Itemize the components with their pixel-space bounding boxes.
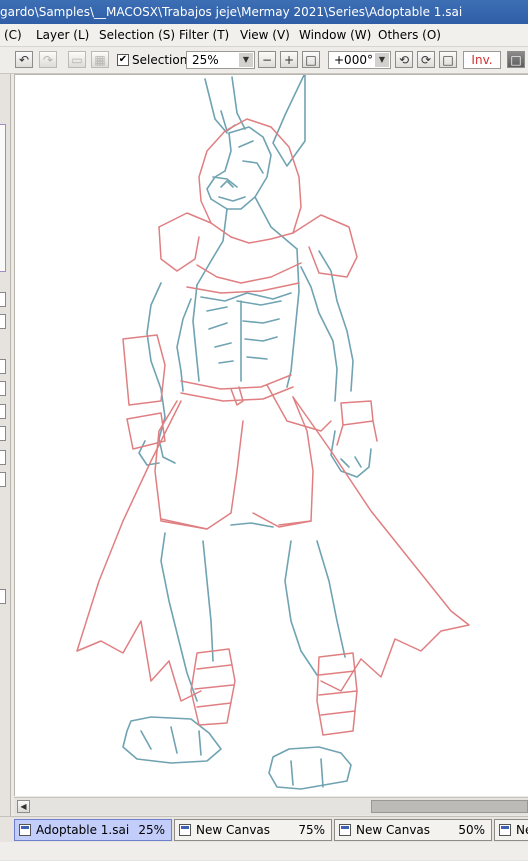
panel-button[interactable] bbox=[0, 450, 6, 465]
rotation-select[interactable]: +000° ▼ bbox=[328, 51, 391, 69]
menu-selection[interactable]: Selection (S) bbox=[99, 24, 175, 46]
document-tab-new-canvas-3[interactable]: Ne bbox=[494, 819, 528, 841]
document-tab-zoom: 25% bbox=[138, 823, 165, 837]
menu-bar: (C) Layer (L) Selection (S) Filter (T) V… bbox=[0, 24, 528, 47]
zoom-value: 25% bbox=[192, 53, 219, 67]
document-tab-adoptable[interactable]: Adoptable 1.sai 25% bbox=[14, 819, 172, 841]
flip-view-icon[interactable]: □ bbox=[507, 51, 525, 68]
scroll-left-icon[interactable]: ◀ bbox=[17, 800, 30, 813]
document-tab-new-canvas-1[interactable]: New Canvas 75% bbox=[174, 819, 332, 841]
document-tab-name: Ne bbox=[516, 823, 528, 837]
document-icon bbox=[179, 824, 191, 836]
toolbar: ↶ ↷ ▭ ▦ ✔ Selection 25% ▼ − + □ +000° ▼ … bbox=[0, 47, 528, 74]
invert-button[interactable]: Inv. bbox=[463, 51, 501, 69]
window-title-bar: gardo\Samples\__MACOSX\Trabajos jeje\Mer… bbox=[0, 0, 528, 24]
panel-button[interactable] bbox=[0, 314, 6, 329]
selection-checkbox[interactable]: ✔ bbox=[117, 54, 129, 66]
rotation-reset-icon[interactable]: □ bbox=[439, 51, 457, 68]
sketch-artwork bbox=[76, 75, 470, 790]
panel-handle[interactable] bbox=[0, 124, 6, 272]
document-tab-name: New Canvas bbox=[356, 823, 431, 837]
panel-button[interactable] bbox=[0, 381, 6, 396]
document-icon bbox=[499, 824, 511, 836]
document-tab-new-canvas-2[interactable]: New Canvas 50% bbox=[334, 819, 492, 841]
rotate-right-icon[interactable]: ⟳ bbox=[417, 51, 435, 68]
document-tab-zoom: 75% bbox=[298, 823, 325, 837]
chevron-down-icon: ▼ bbox=[239, 53, 253, 67]
redo-icon[interactable]: ↷ bbox=[39, 51, 57, 68]
panel-button[interactable] bbox=[0, 472, 6, 487]
document-icon bbox=[339, 824, 351, 836]
status-strip bbox=[0, 842, 528, 860]
rotate-left-icon[interactable]: ⟲ bbox=[395, 51, 413, 68]
plus-icon[interactable]: + bbox=[280, 51, 298, 68]
menu-filter[interactable]: Filter (T) bbox=[179, 24, 229, 46]
menu-layer[interactable]: Layer (L) bbox=[36, 24, 89, 46]
document-icon bbox=[19, 824, 31, 836]
panel-button[interactable] bbox=[0, 426, 6, 441]
panel-button[interactable] bbox=[0, 404, 6, 419]
zoom-reset-icon[interactable]: □ bbox=[302, 51, 320, 68]
document-tab-name: New Canvas bbox=[196, 823, 271, 837]
menu-canvas[interactable]: (C) bbox=[4, 24, 22, 46]
document-tab-zoom: 50% bbox=[458, 823, 485, 837]
selection-label: Selection bbox=[132, 53, 188, 67]
document-tab-name: Adoptable 1.sai bbox=[36, 823, 130, 837]
left-panel-edge bbox=[0, 74, 11, 816]
panel-button[interactable] bbox=[0, 292, 6, 307]
panel-button[interactable] bbox=[0, 359, 6, 374]
canvas-area[interactable] bbox=[14, 74, 528, 796]
undo-icon[interactable]: ↶ bbox=[15, 51, 33, 68]
select-all-icon[interactable]: ▦ bbox=[91, 51, 109, 68]
minus-icon[interactable]: − bbox=[258, 51, 276, 68]
deselect-icon[interactable]: ▭ bbox=[68, 51, 86, 68]
horizontal-scrollbar[interactable]: ◀ bbox=[14, 797, 528, 815]
rotation-value: +000° bbox=[334, 53, 373, 67]
panel-button[interactable] bbox=[0, 589, 6, 604]
scrollbar-thumb[interactable] bbox=[371, 800, 528, 813]
chevron-down-icon: ▼ bbox=[375, 53, 389, 67]
zoom-select[interactable]: 25% ▼ bbox=[186, 51, 255, 69]
menu-view[interactable]: View (V) bbox=[240, 24, 290, 46]
menu-others[interactable]: Others (O) bbox=[378, 24, 441, 46]
menu-window[interactable]: Window (W) bbox=[299, 24, 371, 46]
window-title: gardo\Samples\__MACOSX\Trabajos jeje\Mer… bbox=[0, 5, 463, 19]
